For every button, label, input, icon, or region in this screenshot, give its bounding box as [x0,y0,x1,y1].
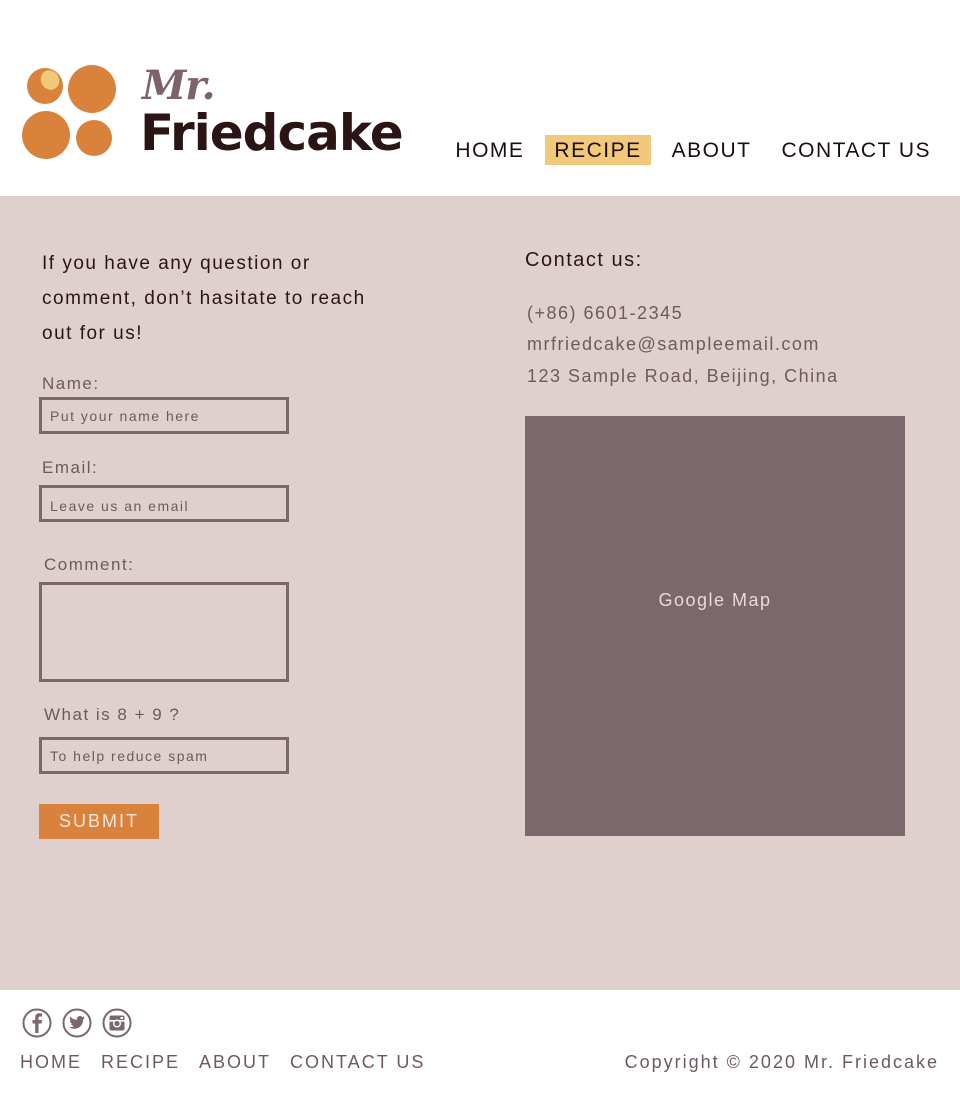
contact-phone: (+86) 6601-2345 [527,303,684,323]
footer-about-link[interactable]: ABOUT [199,1052,271,1073]
contact-title: Contact us: [525,249,643,271]
email-label: Email: [42,458,99,477]
nav-recipe-link[interactable]: RECIPE [545,135,651,165]
copyright-text: Copyright © 2020 Mr. Friedcake [624,1052,939,1072]
submit-button[interactable]: SUBMIT [39,804,159,839]
name-input[interactable] [39,397,289,434]
map-placeholder[interactable]: Google Map [525,416,905,836]
logo-name-text: Friedcake [140,104,404,162]
map-label: Google Map [658,589,772,610]
captcha-label: What is 8 + 9 ? [44,705,181,724]
social-links [22,1008,132,1038]
comment-textarea[interactable] [39,582,289,682]
footer-contact-link[interactable]: CONTACT US [290,1052,425,1073]
footer-nav: HOME RECIPE ABOUT CONTACT US [20,1052,425,1073]
instagram-icon[interactable] [102,1008,132,1038]
site-header: Mr. Friedcake HOME RECIPE ABOUT CONTACT … [0,0,960,196]
contact-email: mrfriedcake@sampleemail.com [527,334,820,354]
facebook-icon[interactable] [22,1008,52,1038]
contact-address: 123 Sample Road, Beijing, China [527,366,839,386]
form-intro-text: If you have any question or comment, don… [42,253,366,344]
site-footer: HOME RECIPE ABOUT CONTACT US Copyright ©… [0,990,960,1093]
footer-home-link[interactable]: HOME [20,1052,82,1073]
nav-home-link[interactable]: HOME [446,135,533,165]
logo-mark-icon [22,65,116,159]
main-nav: HOME RECIPE ABOUT CONTACT US [446,135,940,165]
nav-about-link[interactable]: ABOUT [663,135,761,165]
logo[interactable]: Mr. Friedcake [20,62,404,166]
logo-mr-text: Mr. [142,62,216,109]
twitter-icon[interactable] [62,1008,92,1038]
nav-contact-link[interactable]: CONTACT US [772,135,940,165]
comment-label: Comment: [44,555,135,574]
contact-section: If you have any question or comment, don… [0,196,960,990]
name-label: Name: [42,374,100,393]
email-input[interactable] [39,485,289,522]
captcha-input[interactable] [39,737,289,774]
footer-recipe-link[interactable]: RECIPE [101,1052,180,1073]
